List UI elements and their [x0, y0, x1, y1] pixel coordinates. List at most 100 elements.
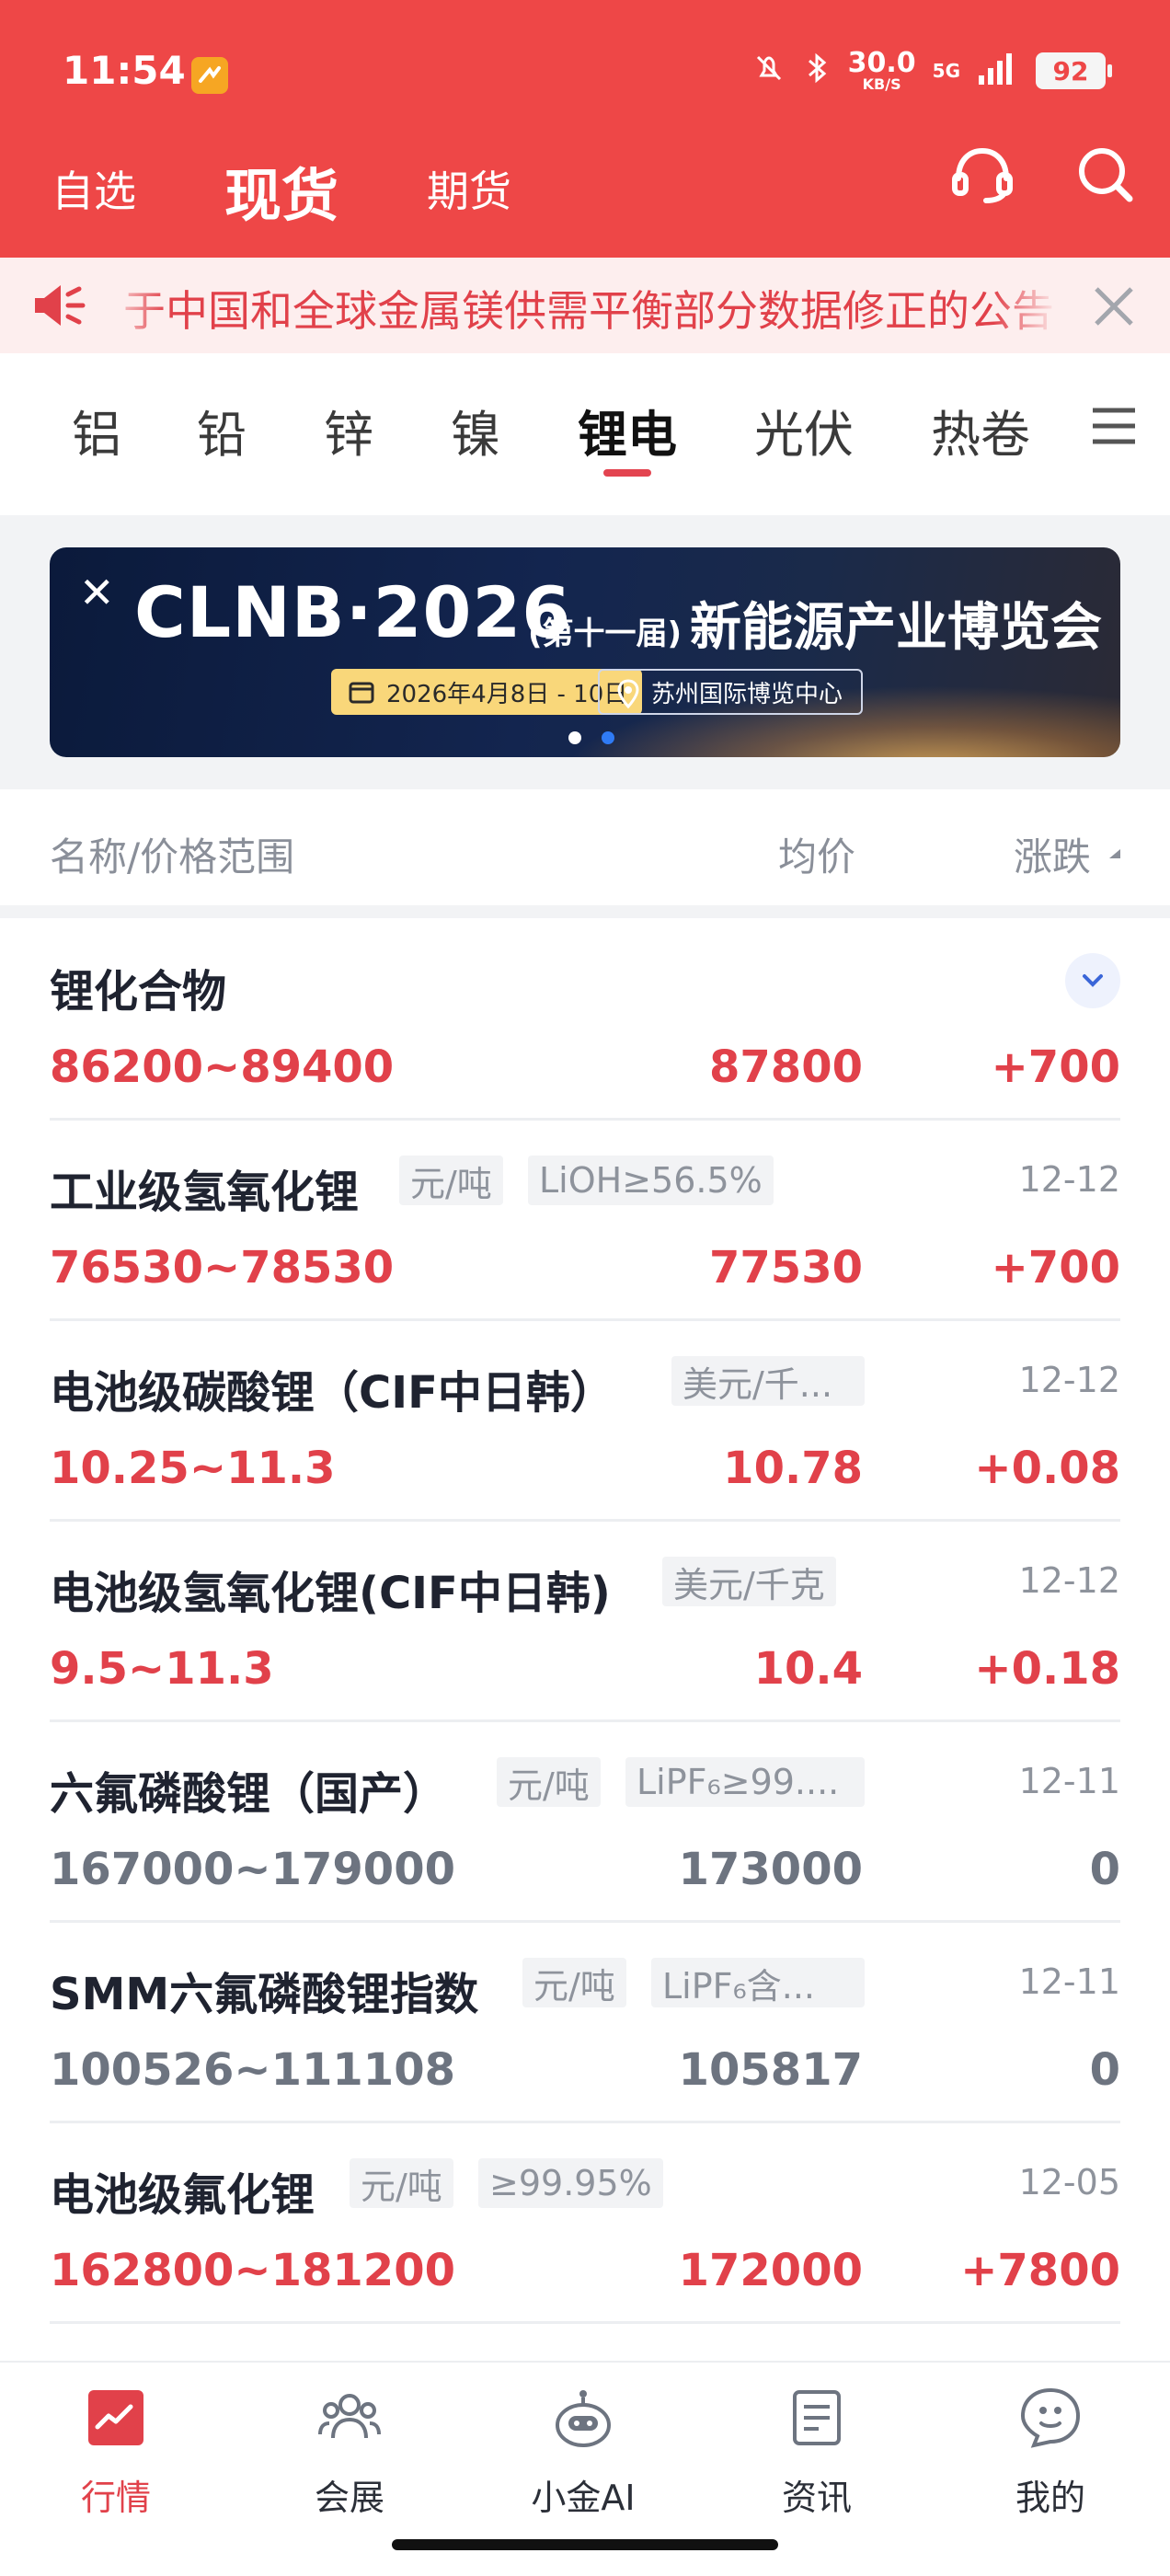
announcement-ticker[interactable]: 于中国和全球金属镁供需平衡部分数据修正的公告: [0, 258, 1170, 353]
nav-ai-label: 小金AI: [531, 2478, 636, 2518]
speaker-icon: [29, 280, 86, 335]
carousel-dot[interactable]: [568, 731, 581, 744]
category-tabs: 铝 铅 锌 镍 锂电 光伏 热卷: [0, 353, 1170, 515]
item-avg: 87800: [709, 1041, 863, 1093]
list-item[interactable]: 工业级氢氧化锂 元/吨 LiOH≥56.5% 12-12 76530~78530…: [50, 1121, 1120, 1321]
net-speed-value: 30.0: [847, 47, 916, 79]
unit-tag: 元/吨: [497, 1757, 601, 1807]
unit-tag: 元/吨: [350, 2158, 453, 2208]
item-change: +0.18: [974, 1643, 1120, 1695]
tab-zinc[interactable]: 锌: [324, 394, 373, 466]
profile-icon: [1019, 2386, 1082, 2449]
item-change: +700: [991, 1041, 1120, 1093]
banner-subtitle: 新能源产业博览会: [690, 598, 1102, 658]
item-range: 100526~111108: [50, 2044, 455, 2096]
item-change: 0: [1089, 1844, 1120, 1895]
item-name: 电池级氟化锂: [50, 2169, 315, 2221]
close-icon[interactable]: [1089, 282, 1139, 335]
net-speed: 30.0 KB/S: [848, 50, 916, 92]
item-range: 162800~181200: [50, 2245, 455, 2296]
tab-photovoltaic[interactable]: 光伏: [754, 394, 854, 466]
battery-indicator: 92: [1036, 52, 1112, 89]
list-item[interactable]: 电池级碳酸锂（CIF中日韩） 美元/千... 12-12 10.25~11.3 …: [50, 1321, 1120, 1522]
tab-aluminum[interactable]: 铝: [72, 394, 121, 466]
item-name: 电池级氢氧化锂(CIF中日韩): [50, 1568, 611, 1619]
spec-tag: ≥99.95%: [478, 2158, 663, 2208]
item-range: 86200~89400: [50, 1041, 395, 1093]
column-avg[interactable]: 均价: [778, 826, 855, 882]
item-avg: 105817: [678, 2044, 863, 2096]
item-name: 工业级氢氧化锂: [50, 1167, 360, 1218]
banner-title: CLNB·2026: [134, 571, 572, 653]
nav-news-label: 资讯: [781, 2478, 852, 2518]
item-change: +0.08: [974, 1443, 1120, 1494]
headset-icon[interactable]: [946, 138, 1019, 212]
unit-tag: 美元/千克: [662, 1557, 836, 1606]
tab-futures[interactable]: 期货: [427, 158, 511, 219]
network-type: 5G: [932, 60, 960, 82]
column-change[interactable]: 涨跌: [1014, 826, 1091, 882]
tab-lithium-battery[interactable]: 锂电: [578, 394, 677, 466]
item-range: 9.5~11.3: [50, 1643, 274, 1695]
ticker-fade-right: [993, 258, 1058, 353]
tab-lead[interactable]: 铅: [197, 394, 247, 466]
item-name: 六氟磷酸锂（国产）: [50, 1768, 448, 1820]
item-change: 0: [1089, 2044, 1120, 2096]
home-indicator[interactable]: [392, 2539, 778, 2550]
item-name: 锂化合物: [50, 966, 227, 1018]
tab-watchlist[interactable]: 自选: [52, 158, 136, 219]
status-right: 30.0 KB/S 5G 92: [751, 48, 1112, 94]
tab-spot[interactable]: 现货: [224, 149, 338, 232]
app-notification-icon: [191, 57, 228, 94]
search-icon[interactable]: [1069, 138, 1142, 212]
nav-profile[interactable]: 我的: [958, 2363, 1142, 2537]
banner-close-icon[interactable]: ✕: [79, 571, 115, 614]
tab-nickel[interactable]: 镍: [451, 394, 500, 466]
people-icon: [318, 2386, 381, 2449]
carousel-dot-active[interactable]: [602, 731, 614, 744]
banner-venue-text: 苏州国际博览中心: [651, 680, 843, 708]
item-date: 12-12: [1018, 1360, 1120, 1400]
item-date: 12-11: [1018, 1961, 1120, 2002]
list-item[interactable]: 电池级氢氧化锂(CIF中日韩) 美元/千克 12-12 9.5~11.3 10.…: [50, 1522, 1120, 1722]
spec-tag: LiOH≥56.5%: [528, 1156, 774, 1205]
spec-tag: LiPF₆含...: [651, 1958, 865, 2007]
item-avg: 172000: [678, 2245, 863, 2296]
item-avg: 77530: [709, 1242, 863, 1294]
event-banner[interactable]: ✕ CLNB·2026 (第十一届) 新能源产业博览会 2026年4月8日 - …: [50, 547, 1120, 757]
banner-venue: 苏州国际博览中心: [598, 669, 864, 715]
market-chart-icon: [85, 2386, 147, 2449]
row-divider: [50, 2321, 1120, 2324]
list-item[interactable]: SMM六氟磷酸锂指数 元/吨 LiPF₆含... 12-11 100526~11…: [50, 1923, 1120, 2123]
ticker-fade-left: [103, 258, 167, 353]
item-change: +7800: [960, 2245, 1120, 2296]
nav-market[interactable]: 行情: [24, 2363, 208, 2537]
sort-icon[interactable]: [1107, 846, 1122, 864]
bluetooth-icon: [804, 50, 832, 93]
active-tab-indicator: [603, 469, 651, 477]
nav-profile-label: 我的: [1015, 2478, 1085, 2518]
nav-ai[interactable]: 小金AI: [491, 2363, 675, 2537]
ticker-text: 于中国和全球金属镁供需平衡部分数据修正的公告: [123, 286, 1052, 333]
item-avg: 10.4: [753, 1643, 863, 1695]
robot-icon: [552, 2386, 614, 2449]
item-name: 电池级碳酸锂（CIF中日韩）: [50, 1367, 614, 1419]
item-name: SMM六氟磷酸锂指数: [50, 1969, 479, 2020]
banner-date-text: 2026年4月8日 - 10日: [386, 680, 628, 708]
list-item[interactable]: 电池级氟化锂 元/吨 ≥99.95% 12-05 162800~181200 1…: [50, 2123, 1120, 2324]
signal-icon: [977, 50, 1019, 93]
list-item[interactable]: 六氟磷酸锂（国产） 元/吨 LiPF₆≥99.... 12-11 167000~…: [50, 1722, 1120, 1923]
menu-icon[interactable]: [1091, 403, 1137, 453]
item-avg: 173000: [678, 1844, 863, 1895]
chevron-down-icon[interactable]: [1065, 953, 1120, 1008]
status-bar: 11:54 30.0 KB/S 5G 92: [0, 0, 1170, 147]
nav-news[interactable]: 资讯: [725, 2363, 909, 2537]
unit-tag: 元/吨: [399, 1156, 503, 1205]
nav-exhibition[interactable]: 会展: [258, 2363, 442, 2537]
list-item[interactable]: 锂化合物 86200~89400 87800 +700: [50, 920, 1120, 1121]
news-icon: [786, 2386, 848, 2449]
tab-hot-rolled-coil[interactable]: 热卷: [931, 394, 1030, 466]
item-change: +700: [991, 1242, 1120, 1294]
banner-date: 2026年4月8日 - 10日: [331, 669, 643, 715]
location-icon: [614, 679, 642, 715]
